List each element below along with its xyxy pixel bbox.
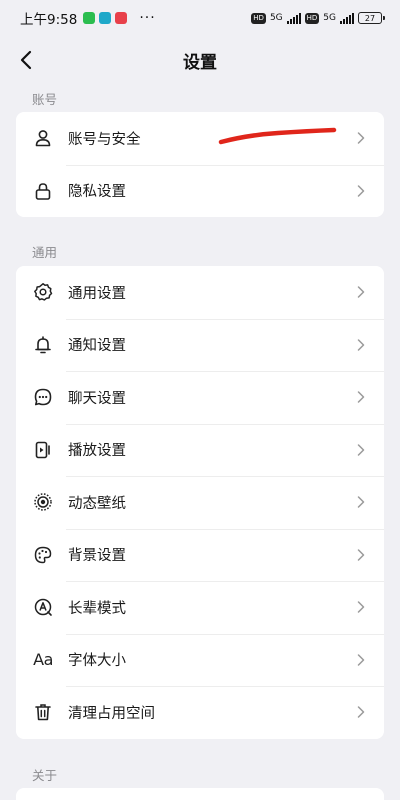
row-live-wallpaper[interactable]: 动态壁纸 xyxy=(16,476,384,529)
chevron-right-icon xyxy=(354,338,368,352)
section-label-account: 账号 xyxy=(32,92,58,107)
status-bar: 上午9:58 ··· HD 5G HD 5G 27 xyxy=(0,0,400,36)
trash-icon xyxy=(32,701,54,723)
section-label-general: 通用 xyxy=(32,245,58,260)
person-icon xyxy=(32,127,54,149)
row-label: 隐私设置 xyxy=(68,184,126,201)
status-right: HD 5G HD 5G 27 xyxy=(251,12,385,24)
chevron-right-icon xyxy=(354,131,368,145)
chevron-right-icon xyxy=(354,495,368,509)
redaction-scribble xyxy=(218,127,337,145)
font-size-icon: Aa xyxy=(32,649,54,671)
row-label: 背景设置 xyxy=(68,548,126,565)
row-label: 聊天设置 xyxy=(68,390,126,407)
live-wallpaper-icon xyxy=(32,491,54,513)
row-font-size[interactable]: Aa 字体大小 xyxy=(16,633,384,687)
elder-mode-icon xyxy=(32,596,54,618)
row-label: 清理占用空间 xyxy=(68,705,155,722)
row-elder-mode[interactable]: 长辈模式 xyxy=(16,581,384,634)
row-general-settings[interactable]: 通用设置 xyxy=(16,266,384,319)
page-title: 设置 xyxy=(183,52,217,73)
wechat-notification-icon xyxy=(83,12,96,24)
row-label: 通知设置 xyxy=(68,338,126,355)
gear-icon xyxy=(32,281,54,303)
network-label-1: 5G xyxy=(269,13,283,23)
row-label: 账号与安全 xyxy=(68,131,141,148)
about-card xyxy=(16,788,384,800)
chevron-right-icon xyxy=(354,705,368,719)
signal-icon-2 xyxy=(340,12,354,24)
more-notifications-icon: ··· xyxy=(139,10,156,26)
chat-bubble-icon xyxy=(32,386,54,408)
network-label-2: 5G xyxy=(323,13,336,23)
row-notification-settings[interactable]: 通知设置 xyxy=(16,318,384,372)
app-notification-red-icon xyxy=(115,12,128,24)
signal-icon-1 xyxy=(286,12,301,24)
chevron-right-icon xyxy=(354,443,368,457)
row-label: 动态壁纸 xyxy=(68,495,126,512)
palette-icon xyxy=(32,544,54,566)
nav-bar: 设置 xyxy=(0,40,400,80)
battery-level: 27 xyxy=(364,13,376,23)
chevron-right-icon xyxy=(354,653,368,667)
general-card: 通用设置 通知设置 聊天设置 播放设置 动态壁纸 背景设置 长辈模式 Aa 字体… xyxy=(16,266,384,739)
status-left: 上午9:58 ··· xyxy=(20,8,156,28)
row-privacy-settings[interactable]: 隐私设置 xyxy=(16,164,384,218)
battery-icon: 27 xyxy=(358,12,385,24)
back-button[interactable] xyxy=(10,44,42,76)
play-device-icon xyxy=(32,439,54,461)
row-label: 播放设置 xyxy=(68,443,126,460)
row-label: 长辈模式 xyxy=(68,600,126,617)
row-playback-settings[interactable]: 播放设置 xyxy=(16,423,384,477)
bell-icon xyxy=(32,334,54,356)
chevron-right-icon xyxy=(354,390,368,404)
status-time: 上午9:58 xyxy=(20,12,78,28)
app-notification-icon xyxy=(99,12,112,24)
lock-icon xyxy=(32,180,54,202)
chevron-right-icon xyxy=(354,285,368,299)
hd-badge-1: HD xyxy=(251,12,266,24)
row-background-settings[interactable]: 背景设置 xyxy=(16,528,384,582)
chevron-left-icon xyxy=(20,50,32,70)
chevron-right-icon xyxy=(354,548,368,562)
section-label-about: 关于 xyxy=(32,768,58,783)
chevron-right-icon xyxy=(354,184,368,198)
row-label: 字体大小 xyxy=(68,653,126,670)
chevron-right-icon xyxy=(354,600,368,614)
row-chat-settings[interactable]: 聊天设置 xyxy=(16,371,384,424)
hd-badge-2: HD xyxy=(304,12,320,24)
font-size-glyph: Aa xyxy=(33,650,53,670)
row-label: 通用设置 xyxy=(68,285,126,302)
row-clear-storage[interactable]: 清理占用空间 xyxy=(16,686,384,739)
